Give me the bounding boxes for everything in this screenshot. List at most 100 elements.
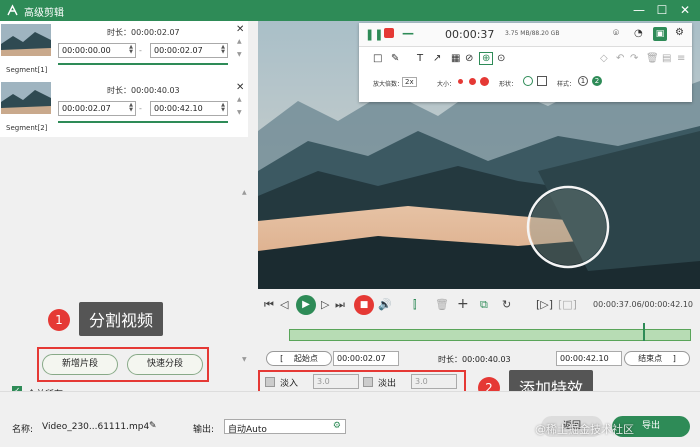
clear-icon[interactable]: ▤ — [662, 53, 671, 64]
start-time-field[interactable]: 00:00:02.07 — [333, 351, 399, 366]
segment-thumbnail — [1, 82, 51, 114]
toolbox-icon[interactable]: ▣ — [653, 27, 667, 41]
set-end-button[interactable]: 结束点 ] — [624, 351, 690, 366]
fade-out-checkbox[interactable] — [363, 377, 373, 387]
output-value: 自动Auto — [228, 425, 267, 435]
prev-frame-icon[interactable]: ◁ — [280, 298, 288, 311]
annotation-tools-row: □ ✎ T ↗ ▦ ⊘ ⊕ ⊙ ◇ ↶ ↷ 🗑 ▤ ≡ — [359, 50, 692, 72]
segment-thumbnail — [1, 24, 51, 56]
segment-start-field[interactable]: 00:00:00.00 ▲ ▼ — [58, 43, 136, 58]
play-icon[interactable]: ▶ — [296, 295, 316, 315]
end-point-label: 结束点 — [638, 354, 663, 363]
arrow-tool-icon[interactable]: ↗ — [433, 53, 441, 64]
scroll-down-icon[interactable]: ▼ — [242, 356, 247, 363]
stop-icon[interactable] — [384, 28, 394, 38]
go-start-icon[interactable]: ⏮ — [264, 298, 274, 312]
add-segment-button[interactable]: 新增片段 — [42, 354, 118, 375]
move-up-icon[interactable]: ▲ — [237, 38, 242, 45]
stepper-icon[interactable]: ▲ ▼ — [129, 103, 133, 113]
set-start-button[interactable]: [ 起始点 — [266, 351, 332, 366]
fade-out-value[interactable]: 3.0 — [411, 374, 457, 389]
go-end-icon[interactable]: ⏭ — [335, 298, 345, 312]
segment-label: Segment[2] — [6, 124, 48, 132]
player-controls: ⏮ ◁ ▶ ▷ ⏭ ■ 🔊 ⫿ 🗑 + ⧉ ↻ [▷] [□] 00:00:37… — [258, 289, 700, 393]
blur-tool-icon[interactable]: ▦ — [451, 53, 460, 64]
file-name: Video_230...61111.mp4 — [42, 422, 150, 432]
left-panel: 时长：00:00:02.07 00:00:00.00 ▲ ▼ - 00:00:02… — [0, 21, 253, 396]
mark-in-icon[interactable]: [▷] — [536, 298, 553, 311]
style-filled-icon[interactable]: 2 — [592, 76, 602, 86]
collapse-icon[interactable]: — — [402, 26, 414, 40]
close-button[interactable]: ✕ — [676, 2, 694, 19]
scroll-up-icon[interactable]: ▲ — [242, 189, 247, 196]
move-down-icon[interactable]: ▼ — [237, 109, 242, 116]
segment-duration: 时长：00:00:40.03 — [107, 86, 180, 95]
refresh-icon[interactable]: ↻ — [502, 298, 511, 311]
size-large-dot[interactable] — [480, 77, 489, 86]
pen-tool-icon[interactable]: ✎ — [391, 53, 399, 64]
trash-icon[interactable]: 🗑 — [435, 298, 449, 311]
volume-icon[interactable]: 🔊 — [378, 298, 392, 311]
copy-icon[interactable]: ⧉ — [480, 298, 488, 312]
quick-split-button[interactable]: 快速分段 — [127, 354, 203, 375]
timeline[interactable] — [289, 323, 691, 341]
style-outline-icon[interactable]: 1 — [578, 76, 588, 86]
eraser-tool-icon[interactable]: ⊘ — [465, 53, 473, 64]
stepper-icon[interactable]: ▲ ▼ — [221, 45, 225, 55]
playhead[interactable] — [642, 323, 645, 341]
gear-icon[interactable]: ⚙ — [675, 27, 684, 38]
name-label: 名称: — [12, 425, 34, 435]
audio-icon[interactable]: ◔ — [634, 28, 643, 39]
split-icon[interactable]: ⫿ — [413, 298, 417, 312]
size-small-dot[interactable] — [458, 79, 463, 84]
magnifier-tool-icon[interactable]: ⊕ — [479, 52, 494, 65]
fade-in-value[interactable]: 3.0 — [313, 374, 359, 389]
window-title: 高级剪辑 — [24, 8, 64, 19]
stop-record-icon[interactable]: ■ — [354, 295, 374, 315]
redo-icon[interactable]: ↷ — [630, 53, 638, 64]
title-bar: 高级剪辑 — ☐ ✕ — [0, 0, 700, 21]
segment-item[interactable]: 时长：00:00:02.07 00:00:00.00 ▲ ▼ - 00:00:02… — [0, 21, 248, 79]
trim-duration: 时长：00:00:40.03 — [438, 355, 511, 364]
bracket-right-icon: ] — [672, 354, 676, 363]
segment-end-field[interactable]: 00:00:42.10 ▲ ▼ — [150, 101, 228, 116]
square-shape-icon[interactable] — [537, 76, 547, 86]
rectangle-tool-icon[interactable]: □ — [373, 53, 382, 64]
camera-icon[interactable]: ⌾ — [613, 28, 619, 39]
stepper-icon[interactable]: ▲ ▼ — [129, 45, 133, 55]
end-time-field[interactable]: 00:00:42.10 — [556, 351, 622, 366]
next-frame-icon[interactable]: ▷ — [321, 298, 329, 311]
segment-duration: 时长：00:00:02.07 — [107, 28, 180, 37]
add-icon[interactable]: + — [457, 296, 469, 312]
stepper-icon[interactable]: ▲ ▼ — [221, 103, 225, 113]
undo-icon[interactable]: ↶ — [616, 53, 624, 64]
zoom-select[interactable]: 2x — [402, 77, 417, 87]
remove-segment-icon[interactable]: ✕ — [236, 24, 244, 35]
remove-segment-icon[interactable]: ✕ — [236, 82, 244, 93]
shape-label: 形状： — [499, 81, 518, 88]
minimize-button[interactable]: — — [630, 2, 648, 19]
maximize-button[interactable]: ☐ — [653, 2, 671, 19]
annotation-options-row: 放大倍数： 2x 大小： 形状： 样式： 1 2 — [359, 75, 692, 97]
zoom-label: 放大倍数： — [373, 81, 404, 88]
size-medium-dot[interactable] — [469, 78, 476, 85]
move-up-icon[interactable]: ▲ — [237, 96, 242, 103]
pause-icon[interactable]: ❚❚ — [365, 28, 383, 41]
mark-out-icon[interactable]: [□] — [558, 298, 577, 311]
segment-item[interactable]: 时长：00:00:40.03 00:00:02.07 ▲ ▼ - 00:00:42… — [0, 79, 248, 137]
circle-shape-icon[interactable] — [523, 76, 533, 86]
segment-start-field[interactable]: 00:00:02.07 ▲ ▼ — [58, 101, 136, 116]
eraser-icon[interactable]: ◇ — [600, 53, 608, 64]
fade-in-checkbox[interactable] — [265, 377, 275, 387]
text-tool-icon[interactable]: T — [417, 53, 423, 64]
settings-icon[interactable]: ⚙ — [333, 421, 341, 431]
more-icon[interactable]: ≡ — [677, 53, 685, 64]
edit-icon[interactable]: ✎ — [149, 421, 157, 431]
segment-end-field[interactable]: 00:00:02.07 ▲ ▼ — [150, 43, 228, 58]
move-down-icon[interactable]: ▼ — [237, 51, 242, 58]
output-label: 输出: — [193, 425, 215, 435]
spotlight-tool-icon[interactable]: ⊙ — [497, 53, 505, 64]
delete-icon[interactable]: 🗑 — [646, 53, 659, 64]
fade-out-label: 淡出 — [378, 379, 397, 389]
output-select[interactable]: 自动Auto ⚙ — [224, 419, 346, 435]
